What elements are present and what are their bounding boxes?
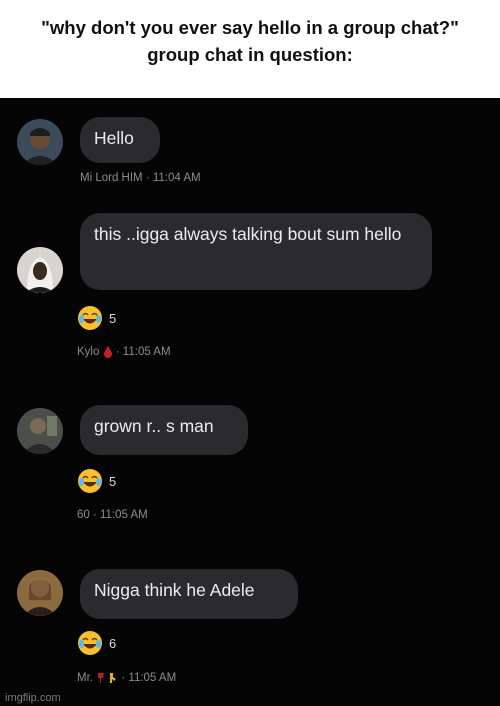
emoji-icons — [98, 673, 117, 683]
message-bubble[interactable]: Nigga think he Adele — [80, 569, 298, 619]
avatar[interactable] — [17, 119, 63, 165]
user-avatar-icon — [17, 570, 63, 616]
drop-emoji-icon — [103, 346, 112, 358]
sender-name: Kylo — [77, 346, 100, 359]
group-chat-screenshot: Hello Mi Lord HIM · 11:04 AM this ..igga… — [0, 98, 500, 706]
reaction-count: 6 — [109, 635, 117, 651]
joy-emoji-icon — [78, 631, 102, 655]
reaction-count: 5 — [109, 473, 117, 489]
message-meta: Mi Lord HIM · 11:04 AM — [80, 172, 201, 184]
user-avatar-icon — [17, 408, 63, 454]
joy-emoji-icon — [78, 306, 102, 330]
joy-emoji-icon — [78, 469, 102, 493]
message-time: · 11:05 AM — [121, 672, 177, 685]
meme-caption: "why don't you ever say hello in a group… — [0, 0, 500, 98]
reaction[interactable]: 5 — [77, 467, 116, 495]
user-avatar-icon — [17, 247, 63, 293]
avatar[interactable] — [17, 408, 63, 454]
message-bubble[interactable]: this ..igga always talking bout sum hell… — [80, 213, 432, 290]
caption-line-1: "why don't you ever say hello in a group… — [41, 17, 459, 38]
message-text: Hello — [94, 128, 134, 148]
message-text: this ..igga always talking bout sum hell… — [94, 224, 402, 244]
message-meta: 60 · 11:05 AM — [77, 509, 148, 521]
message-bubble[interactable]: grown r.. s man — [80, 405, 248, 455]
avatar[interactable] — [17, 570, 63, 616]
caption-line-2: group chat in question: — [147, 44, 353, 65]
reaction-count: 5 — [109, 310, 117, 326]
message-text: Nigga think he Adele — [94, 580, 255, 600]
reaction[interactable]: 5 — [77, 304, 116, 332]
message-text: grown r.. s man — [94, 416, 214, 436]
sender-name: Mr. — [77, 672, 93, 685]
message-bubble[interactable]: Hello — [80, 117, 160, 163]
message-meta: Mr. · 11:05 AM — [77, 672, 176, 684]
message-time: · 11:05 AM — [115, 346, 171, 359]
user-avatar-icon — [17, 119, 63, 165]
reaction[interactable]: 6 — [77, 629, 116, 657]
avatar[interactable] — [17, 247, 63, 293]
message-meta: Kylo · 11:05 AM — [77, 346, 171, 358]
watermark: imgflip.com — [5, 692, 61, 704]
